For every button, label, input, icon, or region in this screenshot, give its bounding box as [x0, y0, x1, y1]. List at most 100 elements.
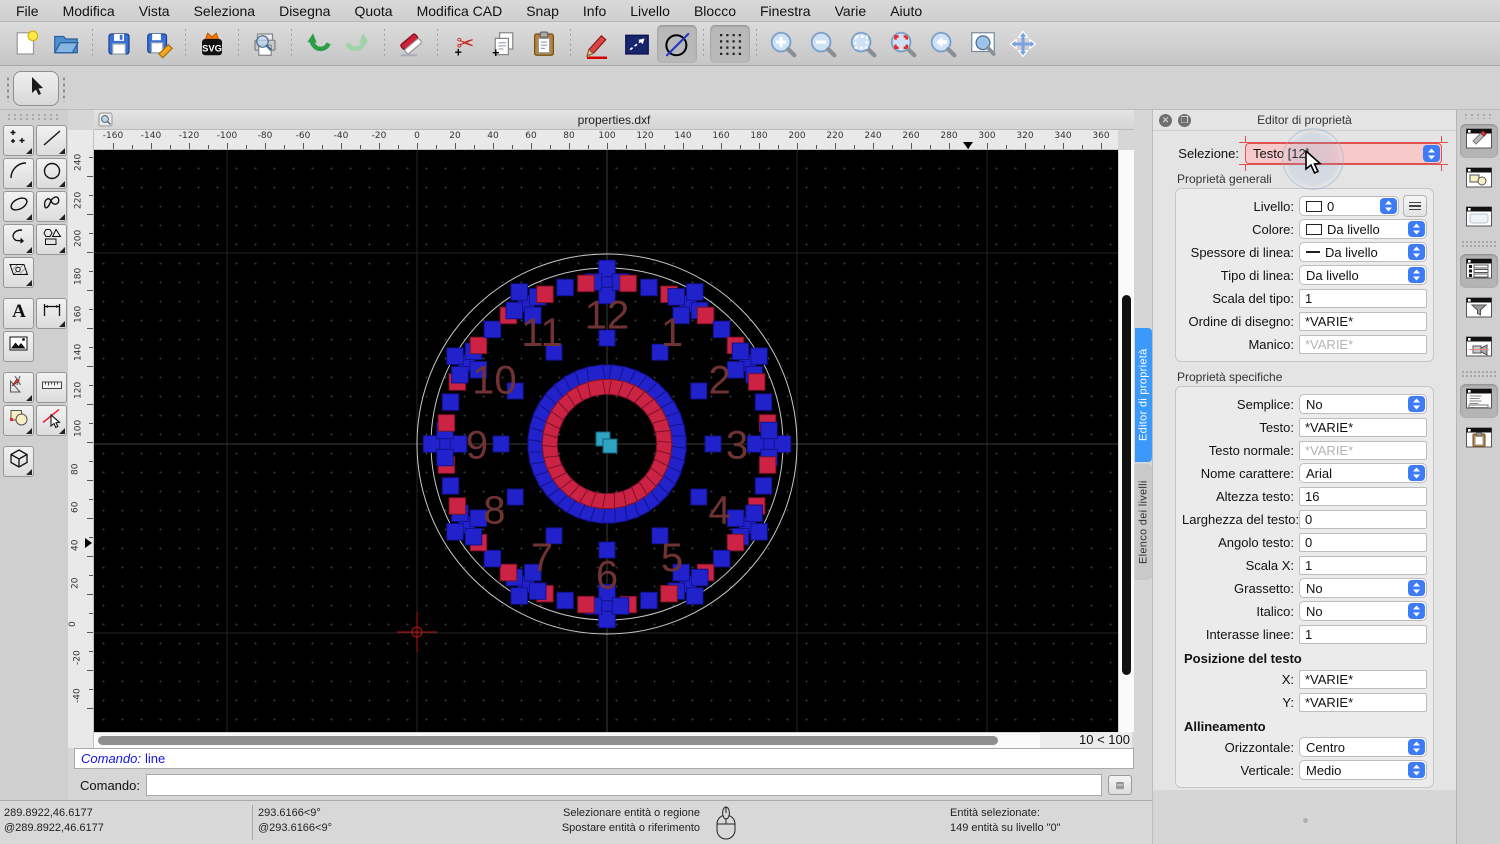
open-file-button[interactable]	[46, 25, 86, 63]
property-input-manico[interactable]: *VARIE*	[1299, 335, 1427, 354]
grid-toggle-button[interactable]	[710, 25, 750, 63]
menu-quota[interactable]: Quota	[354, 3, 392, 19]
dock-drag-handle[interactable]	[1463, 113, 1494, 119]
property-input-testonormale[interactable]: *VARIE*	[1299, 441, 1427, 460]
property-input-larghezzadeltesto[interactable]: 0	[1299, 510, 1427, 529]
menu-finestra[interactable]: Finestra	[760, 3, 811, 19]
horizontal-scrollbar[interactable]	[94, 732, 1072, 748]
menu-blocco[interactable]: Blocco	[694, 3, 736, 19]
pan-button[interactable]	[1003, 25, 1043, 63]
property-input-interasselinee[interactable]: 1	[1299, 625, 1427, 644]
tool-image-button[interactable]	[3, 331, 34, 362]
vertical-scrollbar[interactable]	[1118, 150, 1134, 732]
tool-shapes-button[interactable]	[36, 224, 67, 255]
property-dropdown-nomecarattere[interactable]: Arial	[1299, 463, 1427, 483]
property-dropdown-orizzontale[interactable]: Centro	[1299, 737, 1427, 757]
menu-seleziona[interactable]: Seleziona	[194, 3, 256, 19]
property-input-scaladeltipo[interactable]: 1	[1299, 289, 1427, 308]
property-dropdown-semplice[interactable]: No	[1299, 394, 1427, 414]
tool-polyline-button[interactable]	[3, 224, 34, 255]
layer-menu-button[interactable]	[1403, 195, 1427, 217]
tool-ellipse-button[interactable]	[3, 191, 34, 222]
property-dropdown-italico[interactable]: No	[1299, 601, 1427, 621]
document-title-bar[interactable]: properties.dxf	[94, 110, 1134, 130]
svg-export-button[interactable]: SVG	[192, 25, 232, 63]
zoom-auto-button[interactable]	[843, 25, 883, 63]
tab-layer-list[interactable]: Elenco dei livelli	[1135, 464, 1152, 580]
selection-rect-button[interactable]	[617, 25, 657, 63]
property-input-angolotesto[interactable]: 0	[1299, 533, 1427, 552]
dock-selection-filter-button[interactable]	[1460, 293, 1498, 327]
vertical-scrollbar-thumb[interactable]	[1122, 295, 1131, 675]
menu-file[interactable]: File	[16, 3, 39, 19]
tool-spline-button[interactable]	[36, 191, 67, 222]
property-input-scalax[interactable]: 1	[1299, 556, 1427, 575]
new-document-button[interactable]	[6, 25, 46, 63]
menu-vista[interactable]: Vista	[139, 3, 170, 19]
tool-modify-button[interactable]	[3, 405, 34, 436]
redo-button[interactable]	[338, 25, 378, 63]
dock-clipboard-panel-button[interactable]	[1460, 423, 1498, 457]
paste-button[interactable]	[524, 25, 564, 63]
zoom-selection-button[interactable]	[883, 25, 923, 63]
property-dropdown-livello[interactable]: 0	[1299, 196, 1399, 216]
zoom-in-button[interactable]	[763, 25, 803, 63]
menu-varie[interactable]: Varie	[835, 3, 867, 19]
command-options-button[interactable]: ▤	[1108, 775, 1132, 795]
property-dropdown-tipodilinea[interactable]: Da livello	[1299, 265, 1427, 285]
tool-line-button[interactable]	[36, 125, 67, 156]
property-dropdown-spessoredilinea[interactable]: Da livello	[1299, 242, 1427, 262]
tool-points-button[interactable]	[3, 125, 34, 156]
property-dropdown-colore[interactable]: Da livello	[1299, 219, 1427, 239]
property-dropdown-grassetto[interactable]: No	[1299, 578, 1427, 598]
menu-info[interactable]: Info	[583, 3, 606, 19]
print-preview-button[interactable]	[245, 25, 285, 63]
dock-property-editor-button[interactable]	[1460, 124, 1498, 158]
property-dropdown-verticale[interactable]: Medio	[1299, 760, 1427, 780]
palette-drag-handle[interactable]	[6, 114, 62, 122]
tab-property-editor[interactable]: Editor di proprietà	[1135, 328, 1152, 462]
draw-pencil-button[interactable]	[577, 25, 617, 63]
zoom-window-button[interactable]	[963, 25, 1003, 63]
menu-modifica-cad[interactable]: Modifica CAD	[417, 3, 503, 19]
horizontal-scrollbar-thumb[interactable]	[98, 736, 998, 745]
property-input-testo[interactable]: *VARIE*	[1299, 418, 1427, 437]
dock-block-list-button[interactable]	[1460, 163, 1498, 197]
menu-snap[interactable]: Snap	[526, 3, 559, 19]
select-tool-button[interactable]	[13, 71, 59, 106]
tool-measure-button[interactable]	[36, 372, 67, 403]
property-input-ordinedidisegno[interactable]: *VARIE*	[1299, 312, 1427, 331]
tool-arc-button[interactable]	[3, 158, 34, 189]
tool-text-button[interactable]: A	[3, 298, 34, 329]
tool-modify-attributes-button[interactable]	[36, 405, 67, 436]
tool-hatch-button[interactable]	[3, 257, 34, 288]
menu-modifica[interactable]: Modifica	[63, 3, 115, 19]
tool-circle-button[interactable]	[36, 158, 67, 189]
property-input-altezzatesto[interactable]: 16	[1299, 487, 1427, 506]
circle-line-button[interactable]	[657, 25, 697, 63]
undo-button[interactable]	[298, 25, 338, 63]
property-input-x[interactable]: *VARIE*	[1299, 670, 1427, 689]
panel-close-icon[interactable]: ✕	[1159, 114, 1172, 127]
zoom-out-button[interactable]	[803, 25, 843, 63]
save-as-button[interactable]	[139, 25, 179, 63]
menu-disegna[interactable]: Disegna	[279, 3, 330, 19]
panel-detach-icon[interactable]: ❐	[1178, 114, 1191, 127]
tool-solid-3d-button[interactable]	[3, 446, 34, 477]
zoom-previous-button[interactable]	[923, 25, 963, 63]
property-input-y[interactable]: *VARIE*	[1299, 693, 1427, 712]
command-input[interactable]	[146, 774, 1102, 796]
tool-drafting-tools-button[interactable]	[3, 372, 34, 403]
dock-view-navigator-button[interactable]	[1460, 332, 1498, 366]
drawing-canvas[interactable]: 121234567891011	[94, 150, 1118, 732]
menu-livello[interactable]: Livello	[630, 3, 670, 19]
cut-button[interactable]: ✂+	[444, 25, 484, 63]
delete-button[interactable]	[391, 25, 431, 63]
save-button[interactable]	[99, 25, 139, 63]
menu-aiuto[interactable]: Aiuto	[890, 3, 922, 19]
dock-layer-list-button[interactable]	[1460, 254, 1498, 288]
dock-library-browser-button[interactable]	[1460, 202, 1498, 236]
dock-command-line-button[interactable]	[1460, 384, 1498, 418]
tool-dimension-button[interactable]	[36, 298, 67, 329]
copy-button[interactable]: +	[484, 25, 524, 63]
